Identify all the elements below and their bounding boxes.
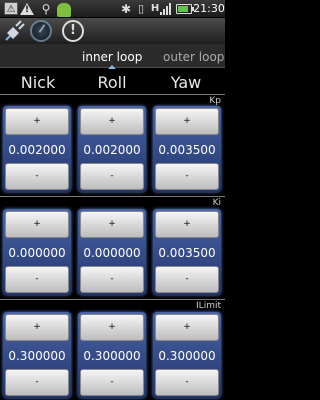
vibrate-icon: ▯: [137, 2, 145, 15]
clock: 21:30: [193, 2, 225, 15]
ki-nick-value: 0.000000: [8, 246, 66, 260]
battery-icon: [176, 4, 194, 14]
ilimit-nick-plus-button[interactable]: +: [5, 314, 69, 341]
section-title-kp: Kp: [209, 96, 221, 106]
signal-icon: [160, 3, 172, 15]
kp-yaw-plus-button[interactable]: +: [155, 108, 219, 135]
column-header-nick: Nick: [20, 73, 56, 92]
ilimit-yaw-plus-button[interactable]: +: [155, 314, 219, 341]
ilimit-nick-panel: + 0.300000 -: [3, 312, 71, 398]
plug-icon[interactable]: [4, 20, 26, 42]
kp-nick-panel: + 0.002000 -: [3, 106, 71, 192]
ki-roll-plus-button[interactable]: +: [80, 211, 144, 238]
warning-circle-icon[interactable]: !: [62, 20, 84, 42]
ki-nick-panel: + 0.000000 -: [3, 209, 71, 295]
ki-roll-minus-button[interactable]: -: [80, 266, 144, 293]
column-header-roll: Roll: [97, 73, 127, 92]
kp-roll-panel: + 0.002000 -: [78, 106, 146, 192]
column-header-yaw: Yaw: [170, 73, 202, 92]
ilimit-nick-minus-button[interactable]: -: [5, 369, 69, 396]
bluetooth-icon: ✱: [120, 2, 132, 16]
kp-yaw-minus-button[interactable]: -: [155, 163, 219, 190]
tab-outer-loop[interactable]: outer loop: [163, 50, 224, 64]
ki-nick-plus-button[interactable]: +: [5, 211, 69, 238]
kp-roll-minus-button[interactable]: -: [80, 163, 144, 190]
ki-yaw-panel: + 0.003500 -: [153, 209, 221, 295]
kp-nick-value: 0.002000: [8, 143, 66, 157]
usb-icon: ⚲: [41, 2, 51, 16]
section-title-ki: Ki: [212, 198, 221, 208]
section-divider-ki: [0, 196, 225, 197]
section-title-ilimit: ILimit: [196, 301, 221, 311]
ilimit-nick-value: 0.300000: [8, 349, 66, 363]
tab-bar: inner loop outer loop: [0, 44, 225, 69]
ki-nick-minus-button[interactable]: -: [5, 266, 69, 293]
tab-indicator-icon: [108, 65, 116, 69]
ilimit-roll-value: 0.300000: [83, 349, 141, 363]
kp-nick-plus-button[interactable]: +: [5, 108, 69, 135]
section-divider-ilimit: [0, 299, 225, 300]
hspa-icon: H: [150, 3, 160, 14]
tab-inner-loop[interactable]: inner loop: [82, 50, 142, 64]
ki-roll-value: 0.000000: [83, 246, 141, 260]
android-icon: [57, 3, 71, 17]
ilimit-roll-minus-button[interactable]: -: [80, 369, 144, 396]
ilimit-roll-panel: + 0.300000 -: [78, 312, 146, 398]
ki-yaw-minus-button[interactable]: -: [155, 266, 219, 293]
status-bar: ⚠ ! ⚲ ✱ ▯ H 21:30: [0, 0, 225, 18]
section-divider-kp: [0, 94, 225, 95]
ki-yaw-plus-button[interactable]: +: [155, 211, 219, 238]
gauge-icon[interactable]: [30, 20, 52, 42]
ilimit-yaw-value: 0.300000: [158, 349, 216, 363]
app-bar: !: [0, 18, 225, 44]
kp-roll-value: 0.002000: [83, 143, 141, 157]
ilimit-roll-plus-button[interactable]: +: [80, 314, 144, 341]
kp-nick-minus-button[interactable]: -: [5, 163, 69, 190]
ilimit-yaw-minus-button[interactable]: -: [155, 369, 219, 396]
ki-roll-panel: + 0.000000 -: [78, 209, 146, 295]
ki-yaw-value: 0.003500: [158, 246, 216, 260]
alert-icon: !: [20, 2, 34, 16]
kp-yaw-value: 0.003500: [158, 143, 216, 157]
warning-box-icon: ⚠: [4, 2, 18, 15]
ilimit-yaw-panel: + 0.300000 -: [153, 312, 221, 398]
kp-roll-plus-button[interactable]: +: [80, 108, 144, 135]
kp-yaw-panel: + 0.003500 -: [153, 106, 221, 192]
